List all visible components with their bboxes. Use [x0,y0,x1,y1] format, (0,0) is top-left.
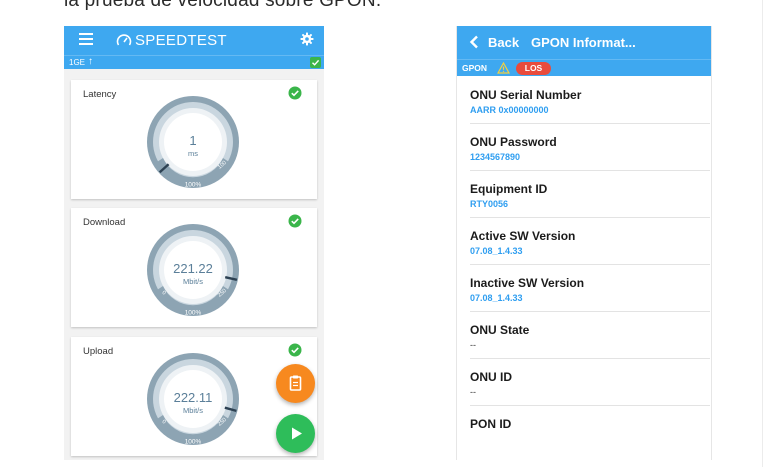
gauge-percent: 100% [185,182,202,189]
gpon-label: GPON [462,63,488,73]
interface-status-bar: 1GE ↑ [64,55,324,69]
info-value: AARR 0x00000000 [470,105,549,115]
info-row: Inactive SW Version 07.08_1.4.33 [470,265,710,312]
card-label: Download [83,217,126,228]
info-label: Inactive SW Version [470,276,585,290]
info-row: ONU ID -- [470,359,710,406]
gauge-unit: Mbit/s [183,406,203,415]
info-label: ONU ID [470,370,512,384]
speed-gauge: 221.22Mbit/s100%0 250 [147,224,239,317]
check-circle-icon [288,343,302,357]
speedtest-screen: SPEEDTEST 1GE ↑ Latency 1 ms 100% 100 Downloa… [64,26,324,460]
start-test-fab-button[interactable] [276,414,315,453]
info-row: Equipment ID RTY0056 [470,171,710,218]
speed-gauge: 1ms100%100 [147,96,239,189]
gauge-value: 222.11 [174,390,213,405]
check-circle-icon [288,214,302,228]
clipboard-icon [289,375,302,391]
info-label: Active SW Version [470,229,576,243]
info-value: 07.08_1.4.33 [470,246,523,256]
hamburger-menu-icon[interactable] [79,33,93,47]
info-value: -- [470,340,476,350]
back-button[interactable]: Back [488,35,519,50]
warning-triangle-icon [497,62,510,74]
info-row: ONU Password 1234567890 [470,124,710,171]
check-badge-icon [310,57,321,68]
info-value: -- [470,387,476,397]
card-label: Upload [83,346,114,357]
info-label: Equipment ID [470,182,548,196]
info-label: ONU Password [470,135,557,149]
gpon-header: Back GPON Informat... [457,26,711,59]
page-title: GPON Informat... [531,35,636,50]
page-caption: la prueba de velocidad sobre GPON. [64,0,382,11]
info-row: ONU State -- [470,312,710,359]
check-circle-icon [288,86,302,100]
gear-icon[interactable] [300,32,314,46]
gauge-value: 1 [189,133,196,148]
los-alarm-badge: LOS [516,62,551,75]
info-label: PON ID [470,417,512,431]
info-row: PON ID [470,406,710,453]
arrow-up-icon: ↑ [88,56,93,67]
app-header: SPEEDTEST [64,26,324,55]
interface-label: 1GE [69,58,86,67]
gauge-unit: ms [188,149,198,158]
info-row: Active SW Version 07.08_1.4.33 [470,218,710,265]
info-value: 1234567890 [470,152,521,162]
speed-gauge: 222.11Mbit/s100%0 250 [147,353,239,446]
play-icon [292,427,302,440]
speedometer-logo-icon [116,34,132,46]
gpon-status-bar: GPON LOS [457,59,711,76]
info-row: ONU Serial Number AARR 0x00000000 [470,77,710,124]
info-value: RTY0056 [470,199,509,209]
clipboard-fab-button[interactable] [276,364,315,403]
gauge-percent: 100% [185,439,202,446]
info-label: ONU Serial Number [470,88,582,102]
app-title: SPEEDTEST [135,32,227,49]
chevron-left-icon[interactable] [469,35,479,49]
speed-card-download: Download 221.22 Mbit/s 100% 0 250 [71,208,317,327]
card-label: Latency [83,89,117,100]
gauge-unit: Mbit/s [183,277,203,286]
info-value: 07.08_1.4.33 [470,293,523,303]
speed-card-latency: Latency 1 ms 100% 100 [71,80,317,199]
gauge-value: 221.22 [173,261,213,276]
divider [762,0,763,467]
gauge-percent: 100% [185,310,202,317]
info-label: ONU State [470,323,530,337]
gpon-information-screen: Back GPON Informat... GPON LOS ONU Seria… [456,26,712,460]
